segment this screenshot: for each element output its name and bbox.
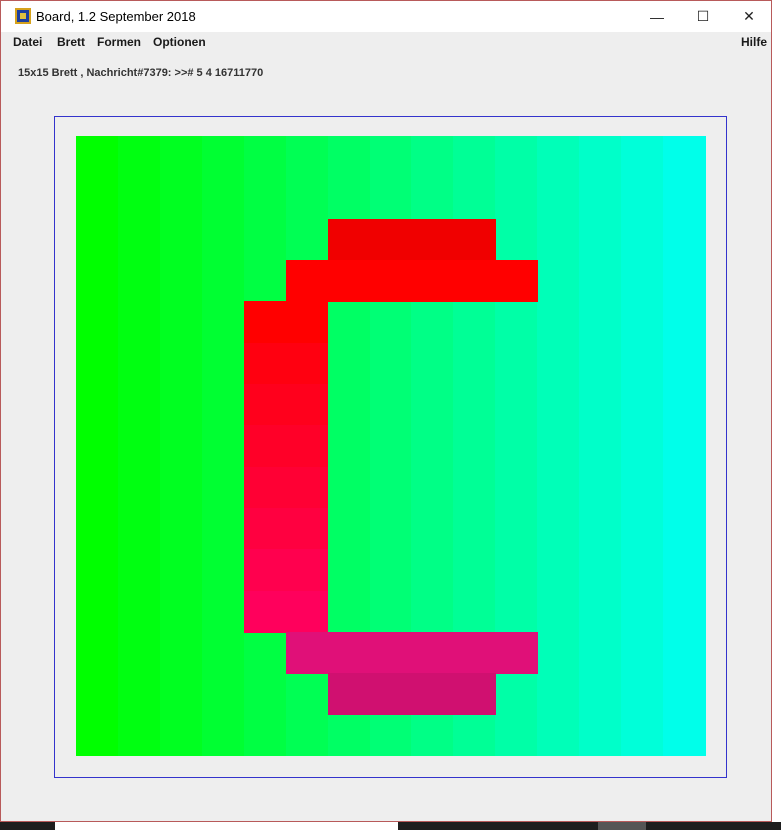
- menu-bar: Datei Brett Formen Optionen Hilfe: [1, 32, 771, 52]
- background-window-edge: [772, 0, 781, 830]
- close-button[interactable]: ✕: [726, 1, 772, 32]
- status-message: 15x15 Brett , Nachricht#7379: >># 5 4 16…: [18, 67, 264, 79]
- board-cell[interactable]: [285, 342, 329, 385]
- board-cell[interactable]: [453, 632, 496, 674]
- board-cell[interactable]: [243, 466, 287, 509]
- taskbar-edge: [0, 822, 781, 830]
- board-cell[interactable]: [411, 260, 454, 302]
- menu-brett[interactable]: Brett: [57, 35, 85, 49]
- board-cell[interactable]: [243, 384, 287, 426]
- board-cell[interactable]: [243, 590, 287, 633]
- board-cell[interactable]: [453, 673, 496, 716]
- board-cell[interactable]: [411, 218, 454, 261]
- board-cell[interactable]: [243, 342, 287, 385]
- board-cell[interactable]: [285, 384, 329, 426]
- board-column[interactable]: [159, 136, 203, 756]
- app-icon[interactable]: [15, 8, 31, 24]
- board-cell[interactable]: [243, 425, 287, 468]
- board-cell[interactable]: [369, 218, 413, 261]
- menu-optionen[interactable]: Optionen: [153, 35, 206, 49]
- board-column[interactable]: [579, 136, 622, 756]
- board-cell[interactable]: [327, 260, 371, 302]
- board-cell[interactable]: [243, 549, 287, 592]
- board-cell[interactable]: [369, 260, 413, 302]
- board-column[interactable]: [76, 136, 119, 756]
- board-cell[interactable]: [369, 632, 413, 674]
- menu-datei[interactable]: Datei: [13, 35, 42, 49]
- board-column[interactable]: [663, 136, 706, 756]
- board-cell[interactable]: [327, 218, 371, 261]
- board-cell[interactable]: [285, 508, 329, 550]
- app-window: Board, 1.2 September 2018 — ☐ ✕ Datei Br…: [0, 0, 772, 822]
- board-column[interactable]: [117, 136, 161, 756]
- menu-hilfe[interactable]: Hilfe: [741, 35, 767, 49]
- board-cell[interactable]: [285, 590, 329, 633]
- board-column[interactable]: [201, 136, 245, 756]
- board-cell[interactable]: [327, 632, 371, 674]
- board-column[interactable]: [537, 136, 580, 756]
- board-cell[interactable]: [243, 508, 287, 550]
- board-cell[interactable]: [453, 218, 496, 261]
- board-column[interactable]: [621, 136, 664, 756]
- board-cell[interactable]: [495, 632, 538, 674]
- board-cell[interactable]: [327, 673, 371, 716]
- board-cell[interactable]: [285, 549, 329, 592]
- title-bar[interactable]: Board, 1.2 September 2018 — ☐ ✕: [1, 1, 771, 32]
- maximize-button[interactable]: ☐: [680, 1, 726, 32]
- board-cell[interactable]: [285, 301, 329, 344]
- board-cell[interactable]: [285, 632, 329, 674]
- board-cell[interactable]: [453, 260, 496, 302]
- board-grid[interactable]: [76, 136, 706, 756]
- board-cell[interactable]: [495, 260, 538, 302]
- window-title: Board, 1.2 September 2018: [36, 9, 196, 24]
- board-cell[interactable]: [285, 466, 329, 509]
- board-cell[interactable]: [411, 673, 454, 716]
- board-cell[interactable]: [243, 301, 287, 344]
- board-cell[interactable]: [285, 425, 329, 468]
- minimize-button[interactable]: —: [634, 1, 680, 32]
- menu-formen[interactable]: Formen: [97, 35, 141, 49]
- board-cell[interactable]: [411, 632, 454, 674]
- board-cell[interactable]: [285, 260, 329, 302]
- board-cell[interactable]: [369, 673, 413, 716]
